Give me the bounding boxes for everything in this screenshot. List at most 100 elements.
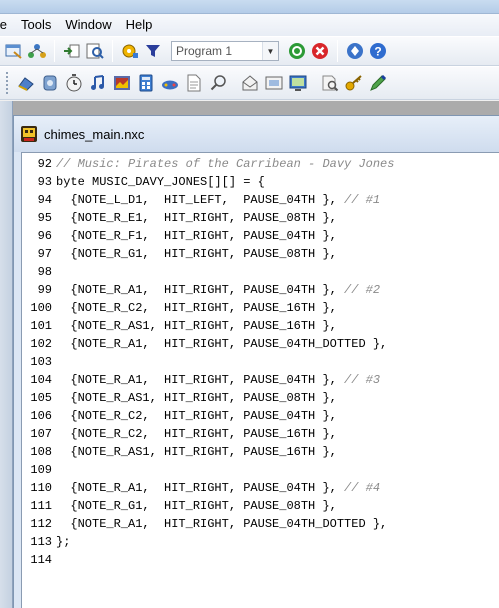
line-number: 110 [30,481,52,495]
calculator-icon[interactable] [136,73,156,93]
line-number: 96 [37,229,52,243]
menu-file[interactable]: ile [0,14,14,36]
pen-icon[interactable] [368,73,388,93]
line-number: 105 [30,391,52,405]
code-text: {NOTE_R_A1, HIT_RIGHT, PAUSE_04TH }, [56,373,345,387]
image-icon[interactable] [112,73,132,93]
code-line[interactable]: 113}; [22,533,499,551]
code-text: {NOTE_R_AS1, HIT_RIGHT, PAUSE_16TH }, [56,319,337,333]
code-text: {NOTE_R_C2, HIT_RIGHT, PAUSE_04TH }, [56,409,337,423]
code-line[interactable]: 110 {NOTE_R_A1, HIT_RIGHT, PAUSE_04TH },… [22,479,499,497]
screen-icon[interactable] [264,73,284,93]
line-number: 106 [30,409,52,423]
code-line[interactable]: 92 // Music: Pirates of the Carribean - D… [22,155,499,173]
find-icon[interactable] [85,41,105,61]
help-icon[interactable]: ? [368,41,388,61]
motor-icon[interactable] [40,73,60,93]
code-line[interactable]: 101 {NOTE_R_AS1, HIT_RIGHT, PAUSE_16TH }… [22,317,499,335]
line-number: 95 [37,211,52,225]
code-text: {NOTE_R_C2, HIT_RIGHT, PAUSE_16TH }, [56,427,337,441]
line-number: 109 [30,463,52,477]
code-line[interactable]: 98 [22,263,499,281]
code-text: {NOTE_R_A1, HIT_RIGHT, PAUSE_04TH }, [56,283,345,297]
toolbar-separator [54,40,55,62]
tree-icon[interactable] [27,41,47,61]
line-number: 98 [37,265,52,279]
code-line[interactable]: 111 {NOTE_R_G1, HIT_RIGHT, PAUSE_08TH }, [22,497,499,515]
code-text: {NOTE_R_E1, HIT_RIGHT, PAUSE_08TH }, [56,211,337,225]
line-number: 100 [30,301,52,315]
diagram-icon[interactable] [62,41,82,61]
editor-tab[interactable]: chimes_main.nxc [14,116,499,152]
line-number: 112 [30,517,52,531]
code-line[interactable]: 102 {NOTE_R_A1, HIT_RIGHT, PAUSE_04TH_DO… [22,335,499,353]
code-text: {NOTE_R_A1, HIT_RIGHT, PAUSE_04TH_DOTTED… [56,337,388,351]
code-line[interactable]: 104 {NOTE_R_A1, HIT_RIGHT, PAUSE_04TH },… [22,371,499,389]
svg-text:?: ? [374,45,381,59]
menu-tools[interactable]: Tools [14,14,58,36]
code-line[interactable]: 93 byte MUSIC_DAVY_JONES[][] = { [22,173,499,191]
joystick-icon[interactable] [160,73,180,93]
code-line[interactable]: 114 [22,551,499,569]
code-line[interactable]: 96 {NOTE_R_F1, HIT_RIGHT, PAUSE_04TH }, [22,227,499,245]
stop-icon[interactable] [310,41,330,61]
code-text: {NOTE_R_F1, HIT_RIGHT, PAUSE_04TH }, [56,229,337,243]
code-line[interactable]: 108 {NOTE_R_AS1, HIT_RIGHT, PAUSE_16TH }… [22,443,499,461]
code-line[interactable]: 107 {NOTE_R_C2, HIT_RIGHT, PAUSE_16TH }, [22,425,499,443]
side-panel-edge[interactable] [0,101,13,608]
code-comment: // Music: Pirates of the Carribean - Dav… [56,157,395,171]
magnify-icon[interactable] [208,73,228,93]
menu-window[interactable]: Window [58,14,118,36]
window-icon[interactable] [4,41,24,61]
code-text: byte MUSIC_DAVY_JONES[][] = { [56,175,265,189]
file-icon[interactable] [184,73,204,93]
code-line[interactable]: 106 {NOTE_R_C2, HIT_RIGHT, PAUSE_04TH }, [22,407,499,425]
code-comment: // #4 [344,481,381,495]
code-text: {NOTE_R_G1, HIT_RIGHT, PAUSE_08TH }, [56,499,337,513]
chevron-down-icon[interactable]: ▼ [262,42,278,60]
code-editor[interactable]: 92 // Music: Pirates of the Carribean - D… [21,152,499,608]
line-number: 92 [37,157,52,171]
code-line[interactable]: 94 {NOTE_L_D1, HIT_LEFT, PAUSE_04TH }, /… [22,191,499,209]
music-icon[interactable] [88,73,108,93]
line-number: 102 [30,337,52,351]
clock-icon[interactable] [64,73,84,93]
diamond-icon[interactable] [345,41,365,61]
code-text: }; [56,535,71,549]
line-number: 104 [30,373,52,387]
filter-icon[interactable] [143,41,163,61]
nxc-file-icon [20,125,38,143]
brick-icon[interactable] [16,73,36,93]
key-icon[interactable] [344,73,364,93]
line-number: 111 [30,499,52,513]
zoom-icon[interactable] [320,73,340,93]
line-number: 103 [30,355,52,369]
line-number: 93 [37,175,52,189]
code-line[interactable]: 112 {NOTE_R_A1, HIT_RIGHT, PAUSE_04TH_DO… [22,515,499,533]
code-line[interactable]: 109 [22,461,499,479]
code-comment: // #2 [344,283,381,297]
line-number: 99 [37,283,52,297]
program-select[interactable]: Program 1 ▼ [171,41,279,61]
code-text: {NOTE_R_G1, HIT_RIGHT, PAUSE_08TH }, [56,247,337,261]
code-line[interactable]: 103 [22,353,499,371]
toolbar-grip[interactable] [6,72,9,94]
monitor-icon[interactable] [288,73,308,93]
line-number: 97 [37,247,52,261]
code-line[interactable]: 100 {NOTE_R_C2, HIT_RIGHT, PAUSE_16TH }, [22,299,499,317]
code-line[interactable]: 105 {NOTE_R_AS1, HIT_RIGHT, PAUSE_08TH }… [22,389,499,407]
code-line[interactable]: 97 {NOTE_R_G1, HIT_RIGHT, PAUSE_08TH }, [22,245,499,263]
line-number: 94 [37,193,52,207]
menu-bar: ile Tools Window Help [0,14,499,36]
window-title-bar [0,0,499,14]
toolbar-separator [112,40,113,62]
line-number: 113 [30,535,52,549]
menu-help[interactable]: Help [119,14,160,36]
compile-icon[interactable] [287,41,307,61]
code-line[interactable]: 95 {NOTE_R_E1, HIT_RIGHT, PAUSE_08TH }, [22,209,499,227]
mail-icon[interactable] [240,73,260,93]
settings-icon[interactable] [120,41,140,61]
code-text: {NOTE_L_D1, HIT_LEFT, PAUSE_04TH }, [56,193,345,207]
code-line[interactable]: 99 {NOTE_R_A1, HIT_RIGHT, PAUSE_04TH }, … [22,281,499,299]
